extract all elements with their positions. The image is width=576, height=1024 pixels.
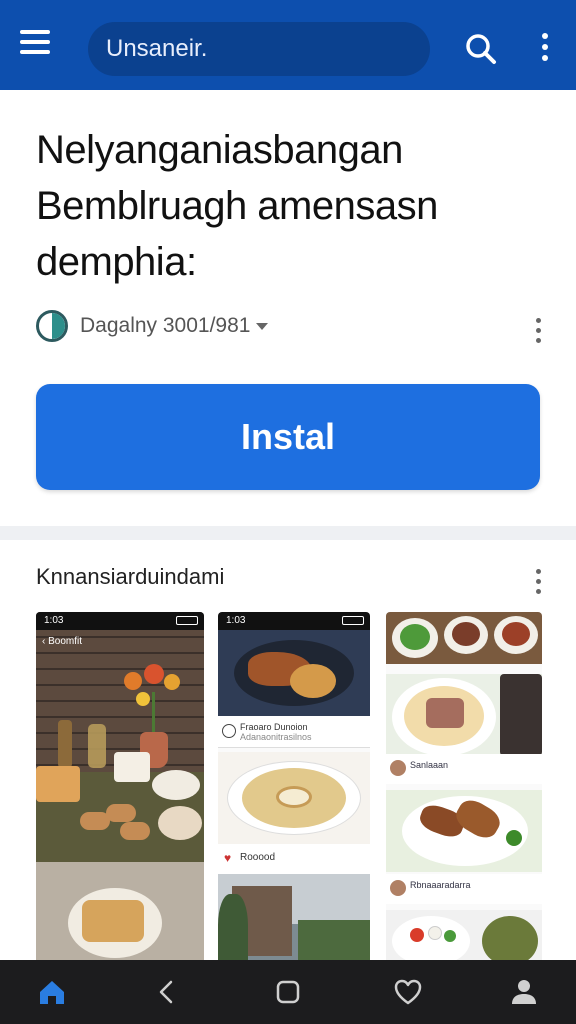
home-icon[interactable]	[30, 970, 74, 1014]
profile-icon[interactable]	[502, 970, 546, 1014]
app-bar: Unsaneir.	[0, 0, 576, 90]
app-title: Nelyanganiasbangan Bemblruagh amensasn d…	[36, 128, 438, 284]
gallery-title: Knnansiarduindami	[36, 564, 225, 589]
search-text: Unsaneir.	[106, 35, 208, 62]
bottom-nav-bar	[0, 960, 576, 1024]
salad-bowls-image	[386, 910, 542, 960]
developer-more-icon[interactable]	[530, 315, 546, 345]
battery-icon	[176, 616, 198, 625]
battery-icon	[342, 616, 364, 625]
app-info-card: Nelyanganiasbangan Bemblruagh amensasn d…	[0, 90, 576, 526]
grilled-dish-image	[218, 630, 370, 716]
eggs-plate-image	[158, 806, 202, 840]
chevron-down-icon	[256, 322, 269, 330]
status-time: 1:03	[44, 615, 64, 626]
post-caption: Sanlaaan	[410, 760, 449, 770]
recents-icon[interactable]	[266, 970, 310, 1014]
flower-image	[144, 664, 164, 684]
street-scene-image	[218, 874, 370, 960]
post-title: Fraoaro Dunoion	[240, 722, 308, 732]
bowls-image	[386, 612, 542, 664]
bottle-image	[58, 720, 72, 768]
install-button[interactable]: Instal	[36, 384, 540, 490]
status-bar: 1:03	[36, 612, 204, 630]
more-vert-icon[interactable]	[534, 30, 556, 68]
post-caption: Rbnaaaradarra	[410, 880, 471, 890]
roast-dish-image	[386, 790, 542, 872]
heart-icon: ♥	[224, 851, 232, 865]
bread-image	[106, 804, 136, 822]
developer-logo-icon	[36, 310, 68, 342]
developer-name: Dagalny 3001/981	[80, 314, 251, 337]
back-icon[interactable]	[144, 970, 188, 1014]
search-field[interactable]: Unsaneir.	[88, 22, 430, 76]
cake-image	[36, 766, 80, 802]
heart-icon[interactable]	[386, 970, 430, 1014]
post-caption: Rooood	[240, 852, 276, 863]
screenshot-3[interactable]: Sanlaaan Rbnaaaradarra	[386, 612, 542, 960]
menu-icon[interactable]	[20, 30, 54, 60]
bread-image	[120, 822, 150, 840]
bowl-image	[152, 770, 200, 800]
avatar	[390, 880, 406, 896]
flatbread-image	[218, 752, 370, 844]
screenshot-2[interactable]: 1:03 Fraoaro Dunoion Adanaonitrasilnos ♥…	[218, 612, 370, 960]
screenshot-header: Boomfit	[48, 636, 83, 647]
cup-image	[114, 752, 150, 782]
meat-plate-image	[386, 674, 542, 764]
screenshot-1[interactable]: 1:03 ‹ Boomfit	[36, 612, 204, 960]
gallery-more-icon[interactable]	[530, 566, 546, 596]
avatar	[390, 760, 406, 776]
flower-image	[124, 672, 142, 690]
screenshots-card: Knnansiarduindami 1:03 ‹ Boomfit 1:03 Fr…	[0, 540, 576, 960]
status-bar: 1:03	[218, 612, 370, 630]
avatar	[222, 724, 236, 738]
developer-row[interactable]: Dagalny 3001/981	[36, 308, 536, 344]
search-icon[interactable]	[462, 30, 500, 68]
flower-image	[136, 692, 150, 706]
flower-image	[164, 674, 180, 690]
bottle-image	[88, 724, 106, 768]
status-time: 1:03	[226, 615, 246, 626]
dish-image	[82, 900, 144, 942]
post-subtitle: Adanaonitrasilnos	[240, 732, 312, 742]
